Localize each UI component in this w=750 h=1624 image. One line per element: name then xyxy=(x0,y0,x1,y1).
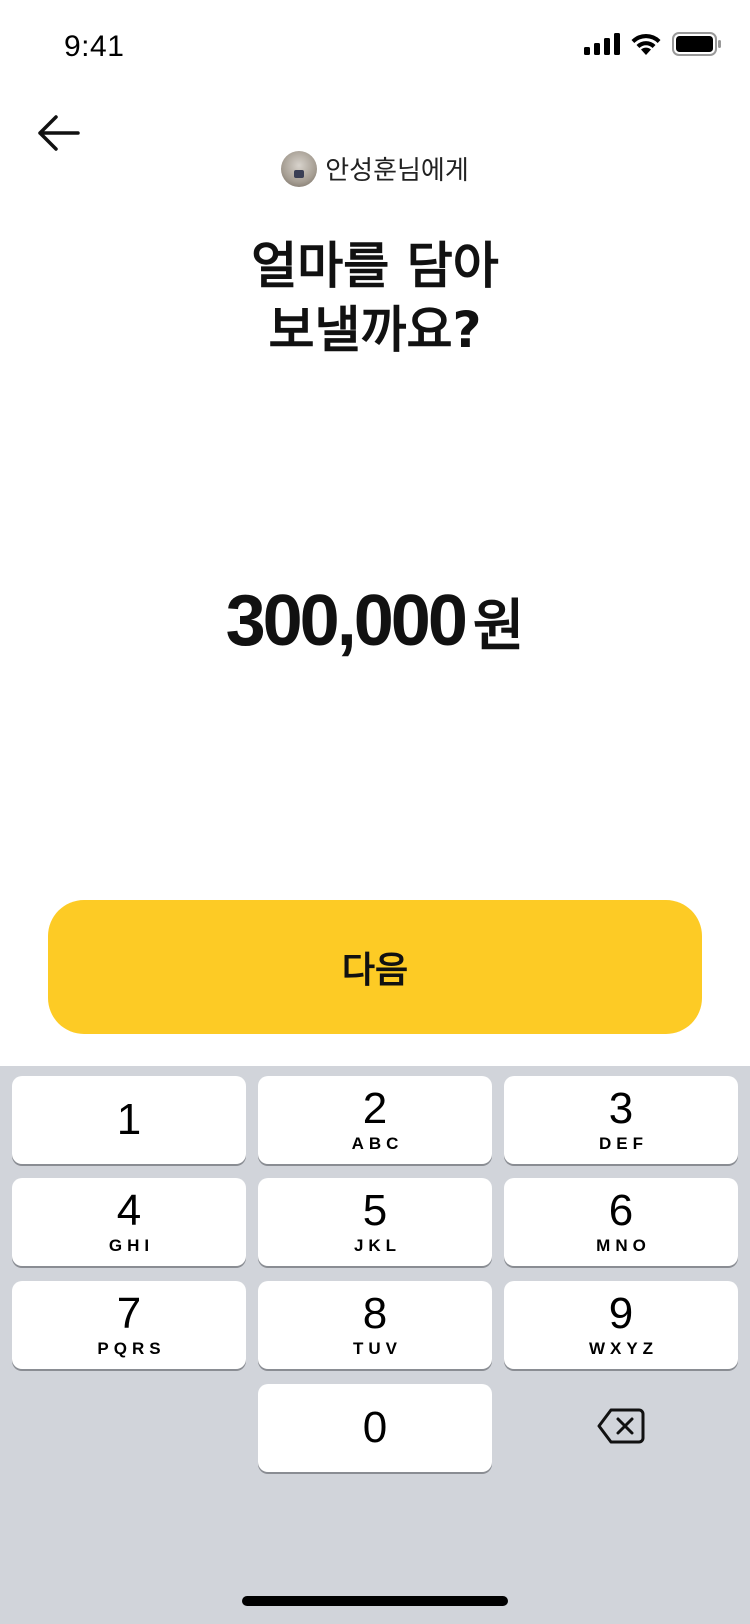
key-6[interactable]: 6 MNO xyxy=(504,1178,738,1266)
key-letters: MNO xyxy=(596,1236,651,1255)
numeric-keypad: 1 2 ABC 3 DEF 4 GHI 5 JKL 6 MNO 7 PQRS 8… xyxy=(0,1066,750,1624)
page-title-line-1: 얼마를 담아 xyxy=(251,237,499,295)
key-digit: 5 xyxy=(362,1186,388,1235)
next-button[interactable]: 다음 xyxy=(48,900,702,1034)
home-indicator xyxy=(242,1596,508,1606)
key-digit: 3 xyxy=(608,1084,634,1133)
recipient-name: 안성훈님에게 xyxy=(325,156,469,186)
key-2[interactable]: 2 ABC xyxy=(258,1076,492,1164)
status-icons xyxy=(584,32,722,56)
key-digit: 2 xyxy=(362,1084,388,1133)
key-9[interactable]: 9 WXYZ xyxy=(504,1281,738,1369)
page-title-line-2: 보낼까요? xyxy=(268,301,482,359)
wifi-icon xyxy=(630,32,662,56)
key-letters: PQRS xyxy=(97,1339,166,1358)
key-letters: GHI xyxy=(108,1236,155,1255)
key-1[interactable]: 1 xyxy=(12,1076,246,1164)
key-digit: 8 xyxy=(362,1289,388,1338)
next-button-label: 다음 xyxy=(341,950,409,991)
key-letters: JKL xyxy=(353,1236,402,1255)
status-bar: 9:41 xyxy=(0,0,750,100)
key-letters: WXYZ xyxy=(588,1339,659,1358)
amount-unit: 원 xyxy=(472,594,525,659)
page-title: 얼마를 담아 보낼까요? xyxy=(0,234,750,362)
key-digit: 1 xyxy=(116,1095,142,1144)
battery-icon xyxy=(672,32,722,56)
status-time: 9:41 xyxy=(64,30,125,63)
key-letters: DEF xyxy=(599,1134,648,1153)
key-8[interactable]: 8 TUV xyxy=(258,1281,492,1369)
key-digit: 4 xyxy=(116,1186,142,1235)
delete-key[interactable] xyxy=(504,1384,738,1472)
key-digit: 9 xyxy=(608,1289,634,1338)
cellular-signal-icon xyxy=(584,33,620,55)
key-3[interactable]: 3 DEF xyxy=(504,1076,738,1164)
key-digit: 6 xyxy=(608,1186,634,1235)
key-digit: 0 xyxy=(362,1403,388,1452)
key-7[interactable]: 7 PQRS xyxy=(12,1281,246,1369)
amount-value: 300,000 xyxy=(225,581,468,661)
recipient-label: 안성훈님에게 xyxy=(0,150,750,187)
avatar xyxy=(281,150,318,187)
key-letters: ABC xyxy=(351,1134,404,1153)
backspace-icon xyxy=(597,1407,645,1450)
key-letters: TUV xyxy=(353,1339,402,1358)
key-0[interactable]: 0 xyxy=(258,1384,492,1472)
amount-display: 300,000 원 xyxy=(0,580,750,662)
key-4[interactable]: 4 GHI xyxy=(12,1178,246,1266)
key-5[interactable]: 5 JKL xyxy=(258,1178,492,1266)
key-digit: 7 xyxy=(116,1289,142,1338)
